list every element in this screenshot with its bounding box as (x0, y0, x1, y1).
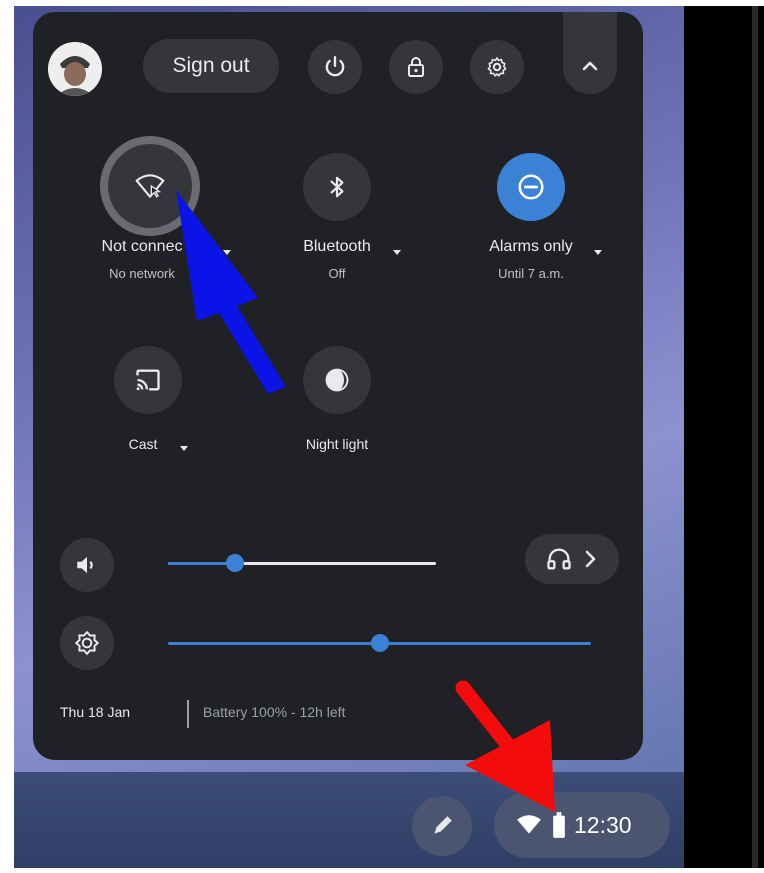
screen: Sign out Not connec No network Bluetooth… (0, 0, 764, 873)
blue-annotation-arrow (176, 190, 286, 394)
annotation-layer (176, 190, 555, 812)
red-annotation-arrow (455, 680, 555, 812)
